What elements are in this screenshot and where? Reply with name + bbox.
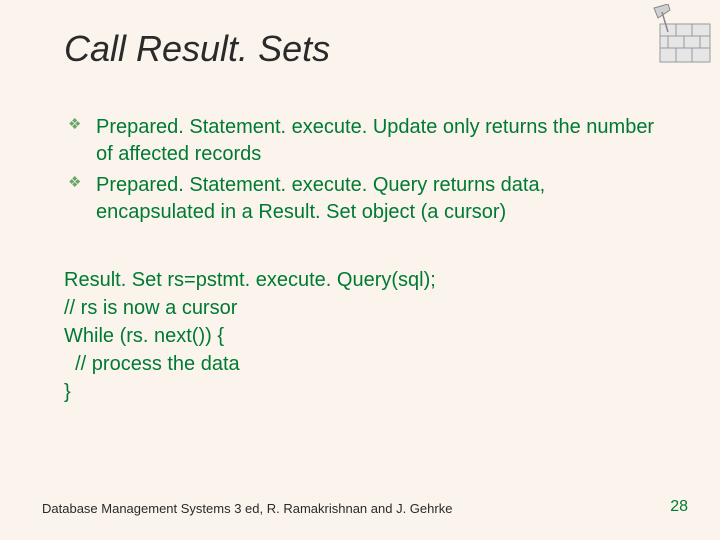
code-line: Result. Set rs=pstmt. execute. Query(sql… (64, 266, 656, 294)
bullet-item: Prepared. Statement. execute. Query retu… (64, 172, 656, 226)
slide-title: Call Result. Sets (64, 28, 656, 70)
footer-text: Database Management Systems 3 ed, R. Ram… (42, 501, 452, 516)
code-line: } (64, 378, 656, 406)
wall-icon (640, 4, 712, 64)
bullet-list: Prepared. Statement. execute. Update onl… (64, 114, 656, 226)
slide: Call Result. Sets Prepared. Statement. e… (0, 0, 720, 540)
bullet-item: Prepared. Statement. execute. Update onl… (64, 114, 656, 168)
code-line: // process the data (64, 350, 656, 378)
page-number: 28 (670, 498, 688, 516)
code-line: While (rs. next()) { (64, 322, 656, 350)
code-line: // rs is now a cursor (64, 294, 656, 322)
code-block: Result. Set rs=pstmt. execute. Query(sql… (64, 266, 656, 406)
